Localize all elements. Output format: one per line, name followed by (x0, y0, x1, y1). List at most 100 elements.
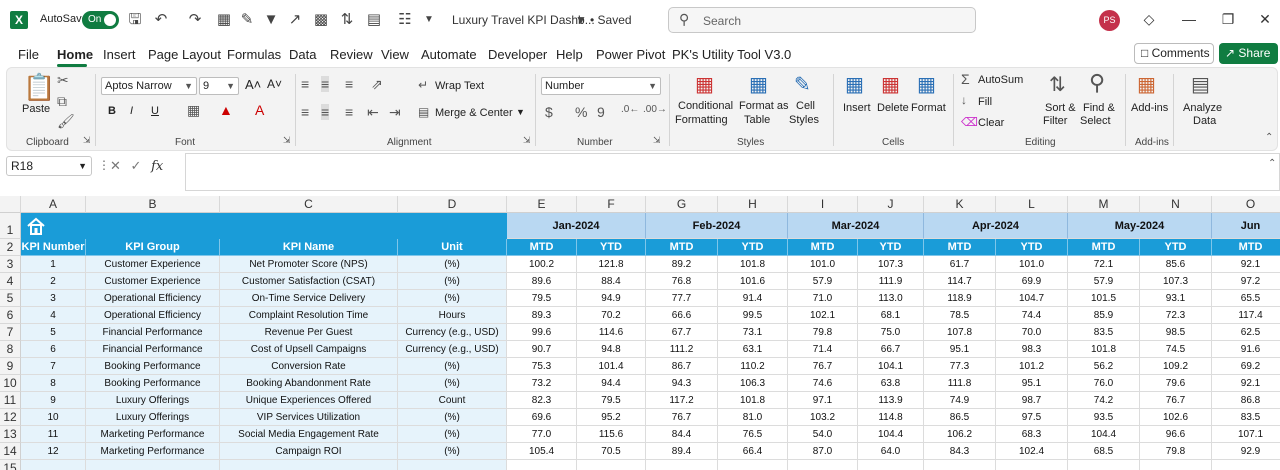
value-cell[interactable]: 62.5 (1212, 324, 1280, 341)
unit-cell[interactable]: Count (398, 392, 507, 409)
value-cell[interactable]: 91.6 (1212, 341, 1280, 358)
find-select-line1[interactable]: Find & (1083, 102, 1115, 114)
column-header-c[interactable]: C (220, 196, 398, 213)
tab-home[interactable]: Home (57, 47, 93, 62)
diamond-icon[interactable]: ◇ (1140, 11, 1158, 28)
insert-function-button[interactable]: fx (151, 159, 163, 174)
value-cell[interactable]: 63.1 (718, 341, 788, 358)
fill-button[interactable]: Fill (978, 96, 992, 108)
kpi-number-cell[interactable]: 10 (21, 409, 86, 426)
value-cell[interactable]: 98.7 (996, 392, 1068, 409)
tab-help[interactable]: Help (556, 47, 583, 62)
row-header-7[interactable]: 7 (0, 324, 21, 341)
restore-icon[interactable]: ❐ (1219, 11, 1237, 28)
tab-insert[interactable]: Insert (103, 47, 136, 62)
row-header-8[interactable]: 8 (0, 341, 21, 358)
unit-cell[interactable]: (%) (398, 443, 507, 460)
unit-cell[interactable]: (%) (398, 426, 507, 443)
kpi-number-cell[interactable]: 2 (21, 273, 86, 290)
collapse-ribbon-icon[interactable]: ⌃ (1265, 132, 1273, 143)
value-cell[interactable]: 107.8 (924, 324, 996, 341)
value-cell[interactable]: 99.6 (507, 324, 577, 341)
doc-info-icon[interactable]: ▼ (572, 11, 590, 29)
tab-file[interactable]: File (18, 47, 39, 62)
kpi-group-cell[interactable]: Booking Performance (86, 375, 220, 392)
analyze-data-line1[interactable]: Analyze (1183, 102, 1222, 114)
value-cell[interactable]: 109.2 (1140, 358, 1212, 375)
value-cell[interactable]: 76.0 (1068, 375, 1140, 392)
avatar[interactable]: PS (1099, 10, 1120, 31)
formula-input[interactable] (185, 153, 1280, 191)
value-cell[interactable]: 76.7 (1140, 392, 1212, 409)
value-cell[interactable]: 111.2 (646, 341, 718, 358)
value-cell[interactable]: 95.1 (996, 375, 1068, 392)
filter-icon[interactable]: ▼ (262, 11, 280, 29)
value-cell[interactable]: 74.9 (924, 392, 996, 409)
tab-power-pivot[interactable]: Power Pivot (596, 47, 665, 62)
value-cell[interactable]: 93.5 (1068, 409, 1140, 426)
value-cell[interactable]: 95.2 (577, 409, 646, 426)
value-cell[interactable]: 68.1 (858, 307, 924, 324)
kpi-group-cell[interactable]: Operational Efficiency (86, 307, 220, 324)
row-header-12[interactable]: 12 (0, 409, 21, 426)
autosave-toggle[interactable]: On (82, 11, 119, 29)
value-cell[interactable]: 82.3 (507, 392, 577, 409)
increase-decimal-icon[interactable]: .0← (621, 104, 639, 115)
kpi-number-cell[interactable]: 11 (21, 426, 86, 443)
minimize-icon[interactable]: — (1180, 11, 1198, 27)
unit-cell[interactable]: (%) (398, 409, 507, 426)
kpi-number-cell[interactable]: 1 (21, 256, 86, 273)
orientation-icon[interactable]: ⇗ (371, 76, 383, 93)
kpi-number-cell[interactable]: 12 (21, 443, 86, 460)
value-cell[interactable]: 114.6 (577, 324, 646, 341)
alignment-launcher-icon[interactable]: ⇲ (523, 135, 531, 146)
row-header-2[interactable]: 2 (0, 239, 21, 256)
value-cell[interactable]: 56.2 (1068, 358, 1140, 375)
column-header-k[interactable]: K (924, 196, 996, 213)
value-cell[interactable]: 66.6 (646, 307, 718, 324)
empty-cell[interactable] (996, 460, 1068, 470)
value-cell[interactable]: 73.2 (507, 375, 577, 392)
unit-cell[interactable]: Currency (e.g., USD) (398, 341, 507, 358)
value-cell[interactable]: 102.1 (788, 307, 858, 324)
analyze-data-line2[interactable]: Data (1193, 115, 1216, 127)
value-cell[interactable]: 83.5 (1212, 409, 1280, 426)
unit-cell[interactable]: (%) (398, 290, 507, 307)
cell-styles-line1[interactable]: Cell (796, 100, 815, 112)
align-bottom-icon[interactable]: ≡ (345, 76, 353, 92)
borders-icon[interactable]: ▦ (187, 102, 200, 119)
value-cell[interactable]: 79.5 (507, 290, 577, 307)
table-icon[interactable]: ▤ (365, 11, 383, 29)
value-cell[interactable]: 94.4 (577, 375, 646, 392)
value-cell[interactable]: 117.4 (1212, 307, 1280, 324)
value-cell[interactable]: 113.0 (858, 290, 924, 307)
value-cell[interactable]: 71.4 (788, 341, 858, 358)
column-header-a[interactable]: A (21, 196, 86, 213)
empty-cell[interactable] (1212, 460, 1280, 470)
value-cell[interactable]: 101.5 (1068, 290, 1140, 307)
value-cell[interactable]: 85.6 (1140, 256, 1212, 273)
kpi-name-cell[interactable]: Customer Satisfaction (CSAT) (220, 273, 398, 290)
value-cell[interactable]: 101.8 (1068, 341, 1140, 358)
column-header-l[interactable]: L (996, 196, 1068, 213)
value-cell[interactable]: 57.9 (1068, 273, 1140, 290)
clipboard-launcher-icon[interactable]: ⇲ (83, 135, 91, 146)
value-cell[interactable]: 70.2 (577, 307, 646, 324)
row-header-4[interactable]: 4 (0, 273, 21, 290)
value-cell[interactable]: 76.5 (718, 426, 788, 443)
tab-view[interactable]: View (381, 47, 409, 62)
value-cell[interactable]: 94.3 (646, 375, 718, 392)
value-cell[interactable]: 113.9 (858, 392, 924, 409)
value-cell[interactable]: 114.7 (924, 273, 996, 290)
underline-button[interactable]: U (151, 105, 159, 117)
save-icon[interactable]: 🖫 (126, 11, 144, 29)
value-cell[interactable]: 103.2 (788, 409, 858, 426)
value-cell[interactable]: 104.4 (858, 426, 924, 443)
value-cell[interactable]: 78.5 (924, 307, 996, 324)
decrease-indent-icon[interactable]: ⇤ (367, 104, 379, 121)
value-cell[interactable]: 86.8 (1212, 392, 1280, 409)
value-cell[interactable]: 74.6 (788, 375, 858, 392)
value-cell[interactable]: 88.4 (577, 273, 646, 290)
value-cell[interactable]: 66.7 (858, 341, 924, 358)
kpi-number-cell[interactable]: 7 (21, 358, 86, 375)
